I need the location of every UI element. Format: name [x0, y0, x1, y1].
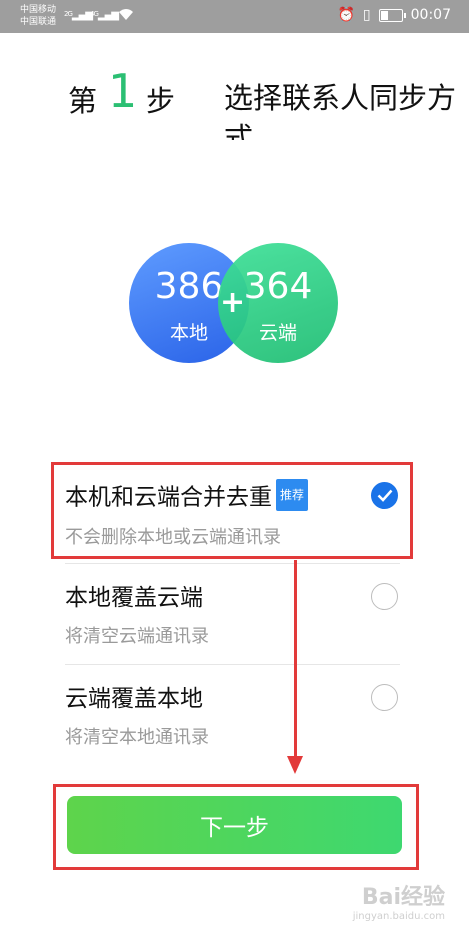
clock: 00:07: [410, 7, 451, 23]
signal-1-icon: 2G▂▄▆: [64, 10, 93, 21]
highlight-box-button: [53, 784, 419, 870]
watermark-logo: Bai经验: [361, 885, 445, 910]
step-description: 选择联系人同步方式: [224, 81, 457, 140]
step-prefix: 第: [68, 84, 98, 118]
status-bar: 中国移动 中国联通 2G▂▄▆ 4G▂▄▆ ⏰ ▯ 00:07: [0, 0, 469, 33]
carrier-labels: 中国移动 中国联通: [20, 4, 56, 28]
arrow-down-icon: [287, 756, 303, 774]
option-cloud-overwrite[interactable]: 云端覆盖本地 将清空本地通讯录: [65, 684, 405, 749]
step-number: 1: [108, 64, 138, 118]
status-right: ⏰ ▯ 00:07: [337, 7, 451, 23]
divider: [65, 664, 400, 665]
option-local-overwrite-radio[interactable]: [371, 583, 398, 610]
plus-icon: +: [220, 285, 246, 320]
watermark: Bai经验 jingyan.baidu.com: [353, 879, 445, 922]
carrier-1: 中国移动: [20, 5, 57, 15]
carrier-2: 中国联通: [20, 17, 57, 27]
alarm-icon: ⏰: [337, 7, 355, 23]
option-local-overwrite-title: 本地覆盖云端: [65, 585, 203, 611]
watermark-url: jingyan.baidu.com: [352, 911, 445, 922]
battery-icon: [378, 8, 406, 22]
annotation-arrow-line: [294, 560, 297, 760]
step-suffix: 步: [146, 84, 176, 118]
wifi-icon: [118, 8, 134, 25]
option-local-overwrite-subtitle: 将清空云端通讯录: [65, 626, 209, 647]
divider: [65, 563, 400, 564]
option-cloud-overwrite-subtitle: 将清空本地通讯录: [65, 727, 209, 748]
highlight-box-option: [51, 462, 413, 559]
signal-2-icon: 4G▂▄▆: [90, 10, 119, 21]
option-local-overwrite[interactable]: 本地覆盖云端 将清空云端通讯录: [65, 583, 405, 648]
option-cloud-overwrite-radio[interactable]: [371, 684, 398, 711]
vibrate-icon: ▯: [362, 7, 371, 23]
cloud-label: 云端: [258, 322, 297, 344]
option-cloud-overwrite-title: 云端覆盖本地: [65, 686, 203, 712]
